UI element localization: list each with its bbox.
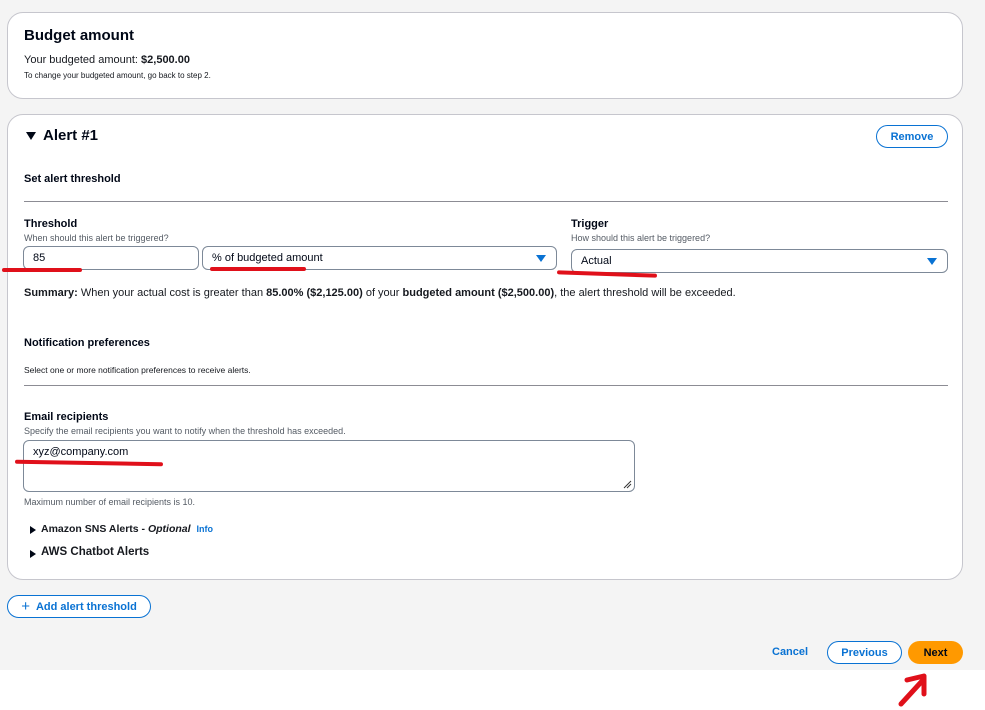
section-divider (24, 201, 948, 202)
annotation-underline (2, 268, 82, 272)
chatbot-alerts-label: AWS Chatbot Alerts (41, 546, 150, 558)
trigger-hint: How should this alert be triggered? (571, 233, 711, 243)
notification-preferences-hint: Select one or more notification preferen… (24, 365, 251, 375)
budget-amount-title: Budget amount (24, 27, 134, 44)
chatbot-alerts-expander[interactable]: AWS Chatbot Alerts (30, 546, 149, 558)
budgeted-amount-text: Your budgeted amount: $2,500.00 (24, 54, 190, 66)
alert-card: Alert #1 Remove Set alert threshold Thre… (7, 114, 963, 580)
collapse-caret-icon[interactable] (26, 132, 36, 140)
caret-right-icon (30, 550, 36, 558)
budgeted-amount-prefix: Your budgeted amount: (24, 54, 142, 66)
budget-amount-card: Budget amount Your budgeted amount: $2,5… (7, 12, 963, 99)
sns-optional-label: Optional (147, 523, 191, 535)
budgeted-amount-value: $2,500.00 (141, 54, 190, 66)
threshold-label: Threshold (24, 218, 78, 230)
email-recipients-value: xyz@company.com (33, 446, 129, 458)
chevron-down-icon (927, 258, 937, 265)
cancel-button[interactable]: Cancel (772, 646, 808, 658)
trigger-label: Trigger (571, 218, 609, 230)
section-divider (24, 385, 948, 386)
annotation-underline (210, 267, 306, 271)
annotation-arrow-icon (898, 673, 927, 707)
resize-handle-icon[interactable] (622, 479, 632, 489)
plus-icon: + (21, 597, 30, 615)
threshold-summary: Summary: When your actual cost is greate… (24, 287, 736, 299)
threshold-unit-value: % of budgeted amount (212, 252, 323, 264)
summary-prefix: Summary: (24, 287, 78, 299)
trigger-select[interactable]: Actual (571, 249, 948, 273)
email-recipients-label: Email recipients (24, 411, 109, 423)
sns-alerts-expander[interactable]: Amazon SNS Alerts - Optional Info (30, 523, 213, 535)
threshold-input-value: 85 (33, 252, 46, 264)
summary-part1: When your actual cost is greater than (77, 287, 267, 299)
add-alert-threshold-button[interactable]: + Add alert threshold (7, 595, 151, 618)
email-recipients-textarea[interactable]: xyz@company.com (23, 440, 635, 492)
set-threshold-title: Set alert threshold (24, 173, 121, 185)
sns-alerts-label: Amazon SNS Alerts - (41, 523, 148, 535)
email-recipients-hint: Specify the email recipients you want to… (24, 426, 346, 436)
next-button[interactable]: Next (908, 641, 963, 664)
summary-budget: budgeted amount ($2,500.00) (402, 287, 555, 299)
budget-change-hint: To change your budgeted amount, go back … (24, 71, 211, 80)
notification-preferences-title: Notification preferences (24, 337, 150, 349)
remove-button[interactable]: Remove (876, 125, 948, 148)
sns-info-link[interactable]: Info (196, 524, 213, 534)
chevron-down-icon (536, 255, 546, 262)
previous-button[interactable]: Previous (827, 641, 902, 664)
add-alert-threshold-label: Add alert threshold (35, 600, 137, 613)
caret-right-icon (30, 526, 36, 534)
email-max-hint: Maximum number of email recipients is 10… (24, 497, 196, 507)
threshold-input[interactable]: 85 (23, 246, 199, 270)
threshold-hint: When should this alert be triggered? (24, 233, 169, 243)
summary-part2: of your (362, 287, 403, 299)
summary-pct: 85.00% ($2,125.00) (266, 287, 363, 299)
alert-title[interactable]: Alert #1 (43, 127, 98, 144)
summary-part3: , the alert threshold will be exceeded. (554, 287, 736, 299)
trigger-select-value: Actual (581, 255, 612, 267)
